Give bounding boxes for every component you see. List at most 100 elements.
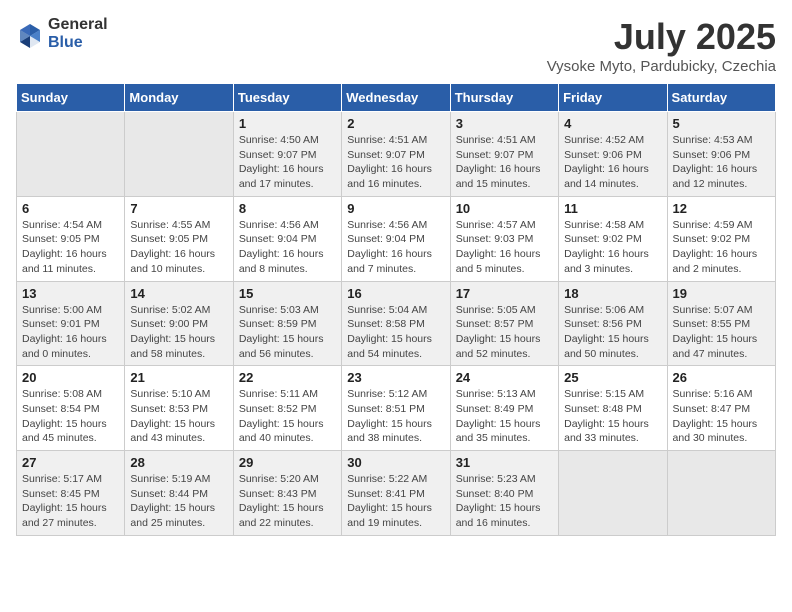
table-row: 16 Sunrise: 5:04 AMSunset: 8:58 PMDayligh… bbox=[342, 281, 450, 366]
table-row: 19 Sunrise: 5:07 AMSunset: 8:55 PMDayligh… bbox=[667, 281, 775, 366]
day-info: Sunrise: 4:56 AMSunset: 9:04 PMDaylight:… bbox=[347, 218, 444, 277]
day-info: Sunrise: 4:59 AMSunset: 9:02 PMDaylight:… bbox=[673, 218, 770, 277]
day-info: Sunrise: 4:55 AMSunset: 9:05 PMDaylight:… bbox=[130, 218, 227, 277]
table-row: 15Sunrise: 5:03 AMSunset: 8:59 PMDayligh… bbox=[233, 281, 341, 366]
table-row bbox=[125, 112, 233, 197]
table-row: 1Sunrise: 4:50 AMSunset: 9:07 PMDaylight… bbox=[233, 112, 341, 197]
calendar-week-row: 20 Sunrise: 5:08 AMSunset: 8:54 PMDayligh… bbox=[17, 366, 776, 451]
day-number: 9 bbox=[347, 201, 444, 216]
table-row bbox=[559, 451, 667, 536]
day-number: 20 bbox=[22, 370, 119, 385]
day-info: Sunrise: 5:00 AMSunset: 9:01 PMDaylight:… bbox=[22, 303, 119, 362]
day-info: Sunrise: 5:15 AMSunset: 8:48 PMDaylight:… bbox=[564, 387, 661, 446]
day-number: 30 bbox=[347, 455, 444, 470]
day-header-sunday: Sunday bbox=[17, 84, 125, 112]
day-info: Sunrise: 5:04 AMSunset: 8:58 PMDaylight:… bbox=[347, 303, 444, 362]
day-number: 12 bbox=[673, 201, 770, 216]
table-row: 13 Sunrise: 5:00 AMSunset: 9:01 PMDayligh… bbox=[17, 281, 125, 366]
day-info: Sunrise: 5:17 AMSunset: 8:45 PMDaylight:… bbox=[22, 472, 119, 531]
day-number: 31 bbox=[456, 455, 553, 470]
day-number: 16 bbox=[347, 286, 444, 301]
day-number: 18 bbox=[564, 286, 661, 301]
table-row: 30 Sunrise: 5:22 AMSunset: 8:41 PMDayligh… bbox=[342, 451, 450, 536]
day-number: 27 bbox=[22, 455, 119, 470]
day-number: 7 bbox=[130, 201, 227, 216]
day-info: Sunrise: 5:19 AMSunset: 8:44 PMDaylight:… bbox=[130, 472, 227, 531]
day-header-tuesday: Tuesday bbox=[233, 84, 341, 112]
table-row: 4 Sunrise: 4:52 AMSunset: 9:06 PMDaylight… bbox=[559, 112, 667, 197]
day-info: Sunrise: 5:05 AMSunset: 8:57 PMDaylight:… bbox=[456, 303, 553, 362]
day-info: Sunrise: 5:22 AMSunset: 8:41 PMDaylight:… bbox=[347, 472, 444, 531]
day-info: Sunrise: 5:11 AMSunset: 8:52 PMDaylight:… bbox=[239, 387, 336, 446]
logo-blue: Blue bbox=[48, 34, 108, 52]
day-info: Sunrise: 4:51 AMSunset: 9:07 PMDaylight:… bbox=[456, 133, 553, 192]
day-number: 4 bbox=[564, 116, 661, 131]
day-number: 22 bbox=[239, 370, 336, 385]
day-number: 14 bbox=[130, 286, 227, 301]
day-number: 10 bbox=[456, 201, 553, 216]
day-number: 11 bbox=[564, 201, 661, 216]
day-header-monday: Monday bbox=[125, 84, 233, 112]
table-row: 17 Sunrise: 5:05 AMSunset: 8:57 PMDayligh… bbox=[450, 281, 558, 366]
day-number: 29 bbox=[239, 455, 336, 470]
day-info: Sunrise: 5:13 AMSunset: 8:49 PMDaylight:… bbox=[456, 387, 553, 446]
day-number: 5 bbox=[673, 116, 770, 131]
day-info: Sunrise: 5:07 AMSunset: 8:55 PMDaylight:… bbox=[673, 303, 770, 362]
table-row: 24Sunrise: 5:13 AMSunset: 8:49 PMDayligh… bbox=[450, 366, 558, 451]
day-number: 17 bbox=[456, 286, 553, 301]
day-header-friday: Friday bbox=[559, 84, 667, 112]
table-row: 29Sunrise: 5:20 AMSunset: 8:43 PMDayligh… bbox=[233, 451, 341, 536]
day-info: Sunrise: 4:54 AMSunset: 9:05 PMDaylight:… bbox=[22, 218, 119, 277]
page-header: General Blue July 2025 Vysoke Myto, Pard… bbox=[16, 16, 776, 75]
table-row: 20 Sunrise: 5:08 AMSunset: 8:54 PMDayligh… bbox=[17, 366, 125, 451]
table-row: 23 Sunrise: 5:12 AMSunset: 8:51 PMDayligh… bbox=[342, 366, 450, 451]
table-row: 8Sunrise: 4:56 AMSunset: 9:04 PMDaylight… bbox=[233, 196, 341, 281]
day-header-saturday: Saturday bbox=[667, 84, 775, 112]
table-row: 3 Sunrise: 4:51 AMSunset: 9:07 PMDaylight… bbox=[450, 112, 558, 197]
day-number: 6 bbox=[22, 201, 119, 216]
day-number: 25 bbox=[564, 370, 661, 385]
table-row bbox=[667, 451, 775, 536]
table-row: 6 Sunrise: 4:54 AMSunset: 9:05 PMDaylight… bbox=[17, 196, 125, 281]
logo-general: General bbox=[48, 16, 108, 34]
table-row: 2Sunrise: 4:51 AMSunset: 9:07 PMDaylight… bbox=[342, 112, 450, 197]
day-number: 26 bbox=[673, 370, 770, 385]
day-info: Sunrise: 4:57 AMSunset: 9:03 PMDaylight:… bbox=[456, 218, 553, 277]
day-info: Sunrise: 4:58 AMSunset: 9:02 PMDaylight:… bbox=[564, 218, 661, 277]
day-number: 8 bbox=[239, 201, 336, 216]
day-info: Sunrise: 4:50 AMSunset: 9:07 PMDaylight:… bbox=[239, 133, 336, 192]
table-row bbox=[17, 112, 125, 197]
day-info: Sunrise: 5:08 AMSunset: 8:54 PMDaylight:… bbox=[22, 387, 119, 446]
day-number: 23 bbox=[347, 370, 444, 385]
day-info: Sunrise: 5:06 AMSunset: 8:56 PMDaylight:… bbox=[564, 303, 661, 362]
day-info: Sunrise: 5:12 AMSunset: 8:51 PMDaylight:… bbox=[347, 387, 444, 446]
table-row: 10 Sunrise: 4:57 AMSunset: 9:03 PMDayligh… bbox=[450, 196, 558, 281]
title-block: July 2025 Vysoke Myto, Pardubicky, Czech… bbox=[547, 16, 776, 75]
table-row: 25 Sunrise: 5:15 AMSunset: 8:48 PMDayligh… bbox=[559, 366, 667, 451]
table-row: 11 Sunrise: 4:58 AMSunset: 9:02 PMDayligh… bbox=[559, 196, 667, 281]
day-info: Sunrise: 4:51 AMSunset: 9:07 PMDaylight:… bbox=[347, 133, 444, 192]
table-row: 31 Sunrise: 5:23 AMSunset: 8:40 PMDayligh… bbox=[450, 451, 558, 536]
day-info: Sunrise: 5:03 AMSunset: 8:59 PMDaylight:… bbox=[239, 303, 336, 362]
table-row: 22 Sunrise: 5:11 AMSunset: 8:52 PMDayligh… bbox=[233, 366, 341, 451]
header-row: SundayMondayTuesdayWednesdayThursdayFrid… bbox=[17, 84, 776, 112]
table-row: 14Sunrise: 5:02 AMSunset: 9:00 PMDayligh… bbox=[125, 281, 233, 366]
day-info: Sunrise: 4:52 AMSunset: 9:06 PMDaylight:… bbox=[564, 133, 661, 192]
day-number: 21 bbox=[130, 370, 227, 385]
logo-icon bbox=[16, 20, 44, 48]
table-row: 7 Sunrise: 4:55 AMSunset: 9:05 PMDaylight… bbox=[125, 196, 233, 281]
day-info: Sunrise: 5:10 AMSunset: 8:53 PMDaylight:… bbox=[130, 387, 227, 446]
day-number: 19 bbox=[673, 286, 770, 301]
table-row: 18 Sunrise: 5:06 AMSunset: 8:56 PMDayligh… bbox=[559, 281, 667, 366]
location-subtitle: Vysoke Myto, Pardubicky, Czechia bbox=[547, 58, 776, 75]
calendar-week-row: 1Sunrise: 4:50 AMSunset: 9:07 PMDaylight… bbox=[17, 112, 776, 197]
day-number: 3 bbox=[456, 116, 553, 131]
day-number: 13 bbox=[22, 286, 119, 301]
calendar-week-row: 13 Sunrise: 5:00 AMSunset: 9:01 PMDayligh… bbox=[17, 281, 776, 366]
table-row: 27 Sunrise: 5:17 AMSunset: 8:45 PMDayligh… bbox=[17, 451, 125, 536]
day-info: Sunrise: 5:23 AMSunset: 8:40 PMDaylight:… bbox=[456, 472, 553, 531]
day-number: 28 bbox=[130, 455, 227, 470]
table-row: 26Sunrise: 5:16 AMSunset: 8:47 PMDayligh… bbox=[667, 366, 775, 451]
day-header-thursday: Thursday bbox=[450, 84, 558, 112]
day-info: Sunrise: 4:53 AMSunset: 9:06 PMDaylight:… bbox=[673, 133, 770, 192]
